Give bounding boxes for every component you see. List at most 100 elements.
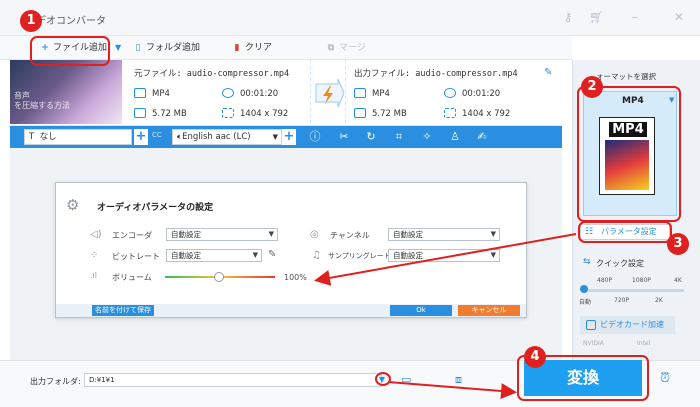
minimize-icon[interactable]: –: [628, 10, 642, 24]
quality-tick-2k: 2K: [655, 297, 663, 304]
volume-label: ボリューム: [112, 273, 152, 282]
convert-arrow-icon: [310, 60, 346, 126]
file-size-icon: [354, 108, 366, 118]
chevron-down-icon: ▼: [252, 251, 258, 259]
highlight-add-file: [30, 36, 110, 66]
effects-icon[interactable]: ✧: [420, 130, 434, 144]
highlight-format: [577, 86, 681, 222]
watermark-icon[interactable]: ♙: [448, 130, 462, 144]
quality-slider-handle[interactable]: [580, 285, 588, 293]
source-file-label: 元ファイル: audio-compressor.mp4: [134, 69, 290, 79]
subtitle-edit-icon[interactable]: ✍: [475, 130, 489, 144]
clock-icon: [444, 88, 456, 98]
folder-icon: ▯: [135, 43, 141, 53]
crop-icon[interactable]: ⌗: [392, 130, 406, 144]
output-folder-label: 出力フォルダ:: [30, 377, 81, 386]
output-format-value: MP4: [372, 89, 390, 99]
samplerate-value: 自動設定: [393, 251, 423, 260]
rotate-icon[interactable]: ↻: [364, 130, 378, 144]
output-duration: 00:01:20: [444, 88, 500, 99]
source-size-value: 5.72 MB: [152, 109, 187, 119]
format-panel-title: ォーマットを選択: [596, 72, 656, 81]
bitrate-select[interactable]: 自動設定 ▼: [166, 249, 262, 262]
channel-select[interactable]: 自動設定 ▼: [388, 228, 500, 241]
audio-track-value: English aac (LC): [182, 132, 251, 142]
samplerate-label: サンプリングレート: [328, 252, 391, 260]
chevron-down-icon: ▼: [268, 230, 274, 238]
key-icon[interactable]: ⚷: [561, 10, 575, 24]
clear-label: クリア: [245, 43, 273, 53]
nvidia-logo: NVIDIA: [583, 340, 604, 347]
clock-icon: [222, 88, 234, 98]
output-size-value: 5.72 MB: [372, 109, 407, 119]
bitrate-icon: ⁘: [90, 250, 99, 261]
output-size: 5.72 MB: [354, 108, 407, 119]
audio-track-select[interactable]: 🔈︎English aac (LC) ▼: [172, 129, 282, 145]
resolution-icon: [444, 108, 456, 118]
volume-icon: .ıl: [90, 271, 97, 280]
add-folder-label: フォルダ追加: [146, 43, 201, 53]
step-1-marker: 1: [20, 10, 42, 32]
merge-label: マージ: [339, 43, 366, 53]
quality-tick-720p: 720P: [614, 297, 630, 304]
subtitle-select[interactable]: T なし: [24, 129, 132, 145]
channel-label: チャンネル: [330, 231, 370, 240]
dialog-title: オーディオパラメータの設定: [97, 203, 214, 213]
source-format: MP4: [134, 88, 170, 99]
chevron-down-icon: ▼: [272, 133, 278, 141]
clear-button[interactable]: ▮ クリア: [232, 41, 273, 55]
encoder-select[interactable]: 自動設定 ▼: [166, 228, 278, 241]
chevron-down-icon: ▼: [490, 251, 496, 259]
add-folder-button[interactable]: ▯ フォルダ追加: [133, 41, 201, 55]
volume-value: 100%: [284, 273, 307, 282]
source-format-value: MP4: [152, 89, 170, 99]
thumbnail-caption-2: を圧縮する方法: [14, 101, 70, 110]
quick-settings-icon: ⇆: [583, 257, 591, 267]
output-format: MP4: [354, 88, 390, 99]
cart-icon[interactable]: 🛒︎: [589, 10, 604, 24]
output-resolution-value: 1404 x 792: [462, 109, 511, 119]
edit-icon[interactable]: ✎: [544, 67, 552, 78]
source-duration-value: 00:01:20: [240, 89, 279, 99]
add-file-dropdown-icon[interactable]: ▼: [115, 41, 121, 55]
output-folder-field[interactable]: D:¥1¥1: [84, 373, 382, 387]
save-preset-button[interactable]: 名前を付けて保存: [92, 305, 154, 316]
trash-icon: ▮: [234, 43, 240, 53]
add-audio-button[interactable]: +: [282, 129, 296, 145]
source-duration: 00:01:20: [222, 88, 278, 99]
quality-slider[interactable]: [584, 289, 684, 292]
output-file-label: 出力ファイル: audio-compressor.mp4: [354, 69, 518, 79]
app-title: デオコンバータ: [36, 16, 106, 27]
cc-icon: CC: [152, 131, 162, 139]
subtitle-icon: T: [29, 132, 40, 142]
step-4-marker: 4: [524, 346, 546, 368]
source-resolution-value: 1404 x 792: [240, 109, 289, 119]
samplerate-select[interactable]: 自動設定 ▼: [388, 249, 500, 262]
open-folder-icon[interactable]: ▭: [401, 373, 411, 386]
channel-icon: ◎: [310, 229, 319, 240]
encoder-value: 自動設定: [171, 230, 201, 239]
close-icon[interactable]: ✕: [672, 10, 686, 24]
subtitle-value: なし: [39, 132, 57, 142]
cancel-button[interactable]: キャンセル: [458, 305, 520, 316]
encoder-icon: ◁): [90, 229, 102, 240]
ok-button[interactable]: Ok: [390, 305, 452, 316]
highlight-output-folder: [375, 372, 391, 386]
pencil-icon[interactable]: ✎: [268, 249, 276, 260]
channel-value: 自動設定: [393, 230, 423, 239]
quick-settings-title: クイック設定: [596, 259, 644, 268]
encoder-label: エンコーダ: [112, 231, 152, 240]
quality-tick-480p: 480P: [597, 277, 613, 284]
merge-button[interactable]: ⧉ マージ: [326, 41, 366, 55]
alarm-clock-icon[interactable]: ⏰︎: [660, 371, 670, 386]
highlight-parameter-settings: [578, 221, 672, 243]
quality-tick-1080p: 1080P: [632, 277, 651, 284]
bitrate-label: ビットレート: [112, 252, 160, 261]
gpu-icon: [586, 320, 596, 330]
volume-slider-handle[interactable]: [214, 272, 224, 282]
info-icon[interactable]: ⓘ: [308, 130, 322, 144]
microphone-icon: ♫: [312, 250, 321, 261]
scissors-icon[interactable]: ✂: [337, 130, 351, 144]
merge-output-icon[interactable]: ⧈: [455, 373, 462, 387]
add-subtitle-button[interactable]: +: [134, 129, 148, 145]
